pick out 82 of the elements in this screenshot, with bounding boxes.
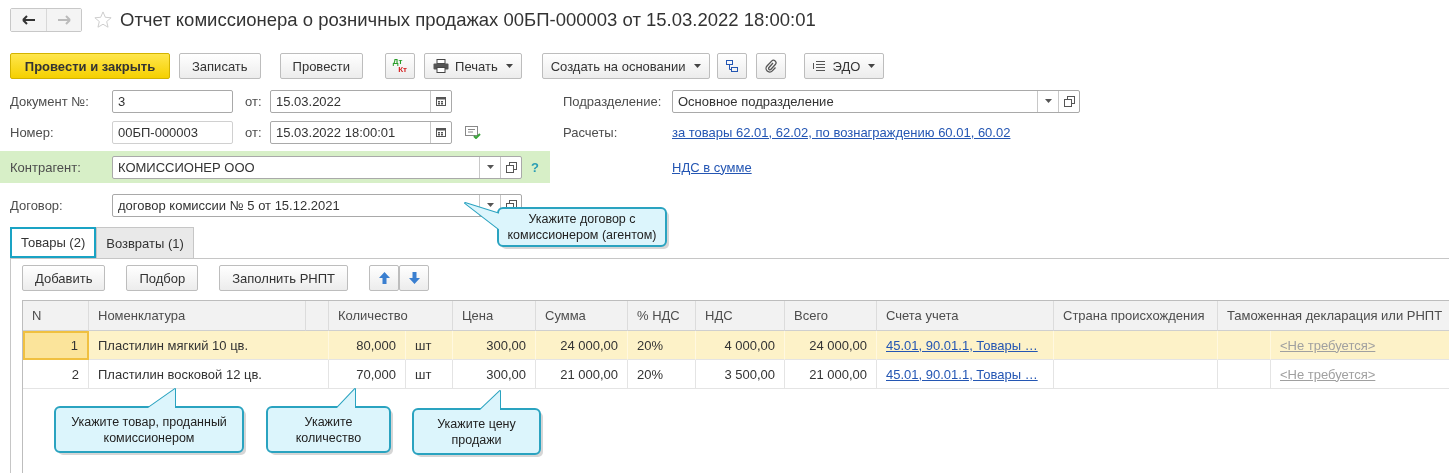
column-header[interactable]: Номенклатура xyxy=(89,301,306,331)
open-window-icon xyxy=(1063,95,1075,107)
attachment-button[interactable] xyxy=(755,53,786,79)
open-window-icon xyxy=(505,161,517,173)
move-down-button[interactable] xyxy=(399,265,429,291)
tab[interactable]: Возвраты (1) xyxy=(96,227,194,258)
date-time-field[interactable]: 15.03.2022 18:00:01 xyxy=(270,120,452,144)
table-cell: 1 xyxy=(23,331,89,360)
accounts-link[interactable]: 45.01, 90.01.1, Товары … xyxy=(886,366,1038,382)
table-cell: 21 000,00 xyxy=(785,360,877,389)
field-label: Договор: xyxy=(9,197,64,213)
up-arrow-icon xyxy=(378,272,390,284)
table-cell: 3 500,00 xyxy=(696,360,785,389)
column-header[interactable]: Сумма xyxy=(536,301,628,331)
caret-icon xyxy=(1044,99,1052,103)
column-header[interactable]: Количество xyxy=(329,301,453,331)
field-label: Расчеты: xyxy=(563,124,619,140)
column-header[interactable]: Таможенная декларация или РНПТ xyxy=(1218,301,1449,331)
create-based-on-button[interactable]: Создать на основании xyxy=(541,53,710,79)
edo-button[interactable]: ЭДО xyxy=(803,53,885,79)
paperclip-icon xyxy=(764,59,777,73)
list-icon xyxy=(812,60,827,72)
table-toolbar-button[interactable]: Подбор xyxy=(126,265,199,291)
table-cell: 24 000,00 xyxy=(536,331,628,360)
toolbar-button[interactable]: Провести xyxy=(279,53,364,79)
printer-icon xyxy=(433,59,450,73)
table-cell: 4 000,00 xyxy=(696,331,785,360)
field-label: от: xyxy=(245,93,263,109)
column-header[interactable]: N xyxy=(23,301,89,331)
post-and-close-button[interactable]: Провести и закрыть xyxy=(10,53,170,79)
table-cell: шт xyxy=(406,331,453,360)
column-header xyxy=(306,301,329,331)
settlements-link[interactable]: за товары 62.01, 62.02, по вознаграждению 60.01, 60.02 xyxy=(672,124,1011,140)
field-label: Контрагент: xyxy=(9,159,82,175)
table-cell: Пластилин мягкий 10 цв. xyxy=(89,331,329,360)
down-arrow-icon xyxy=(408,272,420,284)
field-label: от: xyxy=(245,124,263,140)
table-cell: 80,000 xyxy=(329,331,406,360)
move-up-button[interactable] xyxy=(369,265,399,291)
toolbar-button[interactable]: Записать xyxy=(179,53,261,79)
date-field[interactable]: 15.03.2022 xyxy=(270,89,452,113)
calendar-icon xyxy=(436,127,446,137)
field-label: Подразделение: xyxy=(563,93,663,109)
caret-icon xyxy=(505,64,513,68)
right-arrow-icon xyxy=(57,15,71,25)
dt-kt-icon: Дт Кт xyxy=(393,58,407,74)
column-header[interactable]: НДС xyxy=(696,301,785,331)
structure-button[interactable] xyxy=(716,53,747,79)
column-header[interactable]: % НДС xyxy=(628,301,696,331)
column-header[interactable]: Цена xyxy=(453,301,536,331)
column-header[interactable]: Счета учета xyxy=(877,301,1054,331)
counterparty-field[interactable]: КОМИССИОНЕР ООО xyxy=(112,155,522,179)
number-field[interactable]: 00БП-000003 xyxy=(112,120,233,144)
contract-field[interactable]: договор комиссии № 5 от 15.12.2021 xyxy=(112,193,522,217)
document-number-field[interactable]: 3 xyxy=(112,89,233,113)
table-toolbar-button[interactable]: Добавить xyxy=(22,265,106,291)
vat-link[interactable]: НДС в сумме xyxy=(672,159,752,175)
star-icon[interactable] xyxy=(94,11,112,29)
caret-icon xyxy=(486,165,494,169)
structure-icon xyxy=(724,59,739,73)
journal-button[interactable]: Дт Кт xyxy=(385,53,416,79)
department-field[interactable]: Основное подразделение xyxy=(672,89,1080,113)
column-header[interactable]: Всего xyxy=(785,301,877,331)
column-header[interactable]: Страна происхождения xyxy=(1054,301,1218,331)
table-cell: 20% xyxy=(628,331,696,360)
back-button[interactable] xyxy=(11,9,46,31)
tab[interactable]: Товары (2) xyxy=(10,227,97,258)
table-cell: 20% xyxy=(628,360,696,389)
left-arrow-icon xyxy=(21,15,36,25)
caret-icon xyxy=(693,64,701,68)
caret-icon xyxy=(868,64,876,68)
window-title: Отчет комиссионера о розничных продажах 00БП-000003 от 15.03.2022 18:00:01 xyxy=(120,9,816,31)
posted-document-icon[interactable] xyxy=(465,125,481,139)
table-toolbar-button[interactable]: Заполнить РНПТ xyxy=(219,265,348,291)
field-label: Документ №: xyxy=(9,93,90,109)
table-cell: 300,00 xyxy=(453,331,536,360)
hint-tooltip: Укажите договор с комиссионером (агентом) xyxy=(462,200,672,252)
print-button[interactable]: Печать xyxy=(424,53,522,79)
field-label: Номер: xyxy=(9,124,55,140)
calendar-icon xyxy=(436,96,446,106)
accounts-link[interactable]: 45.01, 90.01.1, Товары … xyxy=(886,337,1038,353)
table-cell: 24 000,00 xyxy=(785,331,877,360)
